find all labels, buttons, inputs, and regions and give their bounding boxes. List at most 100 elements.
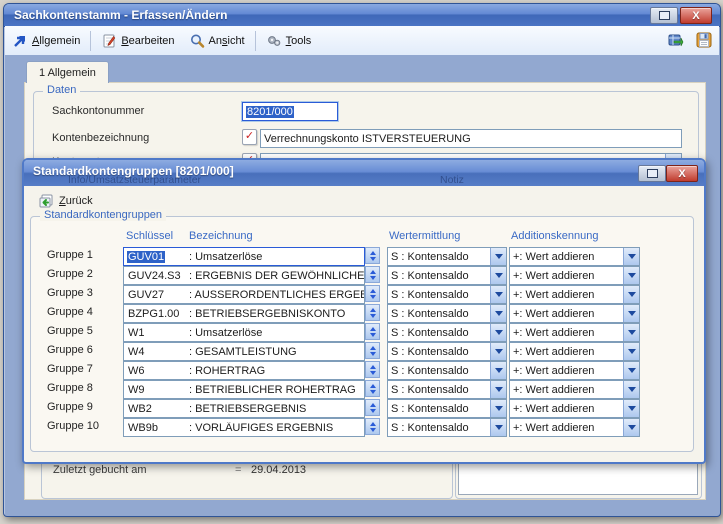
dropdown-button[interactable] bbox=[623, 400, 639, 417]
dropdown-button[interactable] bbox=[490, 343, 506, 360]
kontenbezeichnung-input[interactable]: Verrechnungskonto ISTVERSTEUERUNG bbox=[260, 129, 682, 148]
schluessel-bezeichnung-input[interactable]: WB9b: VORLÄUFIGES ERGEBNIS bbox=[123, 418, 365, 437]
menu-item-tools[interactable]: Tools bbox=[259, 30, 319, 52]
additionskennung-select[interactable]: +: Wert addieren bbox=[509, 361, 640, 380]
additionskennung-select[interactable]: +: Wert addieren bbox=[509, 418, 640, 437]
schluessel-spinner[interactable] bbox=[365, 380, 380, 397]
schluessel-bezeichnung-input[interactable]: GUV01: Umsatzerlöse bbox=[123, 247, 365, 266]
dropdown-button[interactable] bbox=[490, 381, 506, 398]
zurueck-button[interactable]: Zurück bbox=[32, 191, 99, 211]
schluessel-spinner[interactable] bbox=[365, 285, 380, 302]
wertermittlung-select[interactable]: S : Kontensaldo bbox=[387, 380, 507, 399]
main-titlebar[interactable]: Sachkontenstamm - Erfassen/Ändern X bbox=[4, 4, 720, 27]
schluessel-text: W4 bbox=[127, 346, 146, 358]
main-restore-button[interactable] bbox=[650, 7, 678, 24]
additionskennung-select[interactable]: +: Wert addieren bbox=[509, 285, 640, 304]
dropdown-button[interactable] bbox=[623, 362, 639, 379]
schluessel-bezeichnung-input[interactable]: W4 : GESAMTLEISTUNG bbox=[123, 342, 365, 361]
dropdown-button[interactable] bbox=[490, 248, 506, 265]
schluessel-spinner[interactable] bbox=[365, 399, 380, 416]
dropdown-button[interactable] bbox=[490, 362, 506, 379]
menu-item-allgemein[interactable]: Allgemein bbox=[5, 30, 87, 52]
schluessel-spinner[interactable] bbox=[365, 323, 380, 340]
schluessel-spinner[interactable] bbox=[365, 361, 380, 378]
schluessel-bezeichnung-input[interactable]: W6: ROHERTRAG bbox=[123, 361, 365, 380]
schluessel-spinner[interactable] bbox=[365, 418, 380, 435]
schluessel-text: GUV01 bbox=[127, 251, 165, 263]
schluessel-spinner[interactable] bbox=[365, 266, 380, 283]
dialog-titlebar[interactable]: Standardkontengruppen [8201/000] Info/Um… bbox=[24, 160, 704, 187]
export-package-icon[interactable] bbox=[667, 31, 683, 47]
schluessel-bezeichnung-input[interactable]: GUV24.S3: ERGEBNIS DER GEWÖHNLICHEN GES bbox=[123, 266, 365, 285]
schluessel-spinner[interactable] bbox=[365, 247, 380, 264]
schluessel-bezeichnung-input[interactable]: GUV27: AUSSERORDENTLICHES ERGEBNIS bbox=[123, 285, 365, 304]
wertermittlung-select[interactable]: S : Kontensaldo bbox=[387, 323, 507, 342]
bezeichnung-value: : GESAMTLEISTUNG bbox=[189, 346, 297, 358]
schluessel-spinner[interactable] bbox=[365, 342, 380, 359]
dropdown-button[interactable] bbox=[623, 343, 639, 360]
dropdown-button[interactable] bbox=[490, 286, 506, 303]
wertermittlung-select[interactable]: S : Kontensaldo bbox=[387, 304, 507, 323]
menu-item-bearbeiten[interactable]: Bearbeiten bbox=[94, 30, 181, 52]
wertermittlung-select[interactable]: S : Kontensaldo bbox=[387, 418, 507, 437]
additionskennung-select[interactable]: +: Wert addieren bbox=[509, 247, 640, 266]
chevron-down-icon bbox=[495, 349, 503, 358]
menu-item-ansicht[interactable]: Ansicht bbox=[182, 30, 252, 52]
red-check-icon[interactable]: ✓ bbox=[242, 129, 257, 145]
dropdown-button[interactable] bbox=[490, 324, 506, 341]
main-close-button[interactable]: X bbox=[680, 7, 712, 24]
wertermittlung-select[interactable]: S : Kontensaldo bbox=[387, 361, 507, 380]
group-row: Gruppe 1GUV01: UmsatzerlöseS : Kontensal… bbox=[31, 247, 693, 264]
wertermittlung-select-value: S : Kontensaldo bbox=[391, 327, 490, 339]
kontenbezeichnung-label: Kontenbezeichnung bbox=[52, 132, 149, 144]
wertermittlung-select[interactable]: S : Kontensaldo bbox=[387, 247, 507, 266]
chevron-down-icon bbox=[495, 406, 503, 415]
additionskennung-select[interactable]: +: Wert addieren bbox=[509, 399, 640, 418]
additionskennung-select[interactable]: +: Wert addieren bbox=[509, 323, 640, 342]
wertermittlung-select[interactable]: S : Kontensaldo bbox=[387, 285, 507, 304]
sachkontonummer-input[interactable]: 8201/000 bbox=[242, 102, 338, 121]
dropdown-button[interactable] bbox=[623, 324, 639, 341]
group-row-label: Gruppe 6 bbox=[47, 344, 93, 356]
schluessel-text: GUV27 bbox=[127, 289, 165, 301]
chevron-down-icon bbox=[495, 311, 503, 320]
menu-label: Ansicht bbox=[209, 35, 245, 47]
dropdown-button[interactable] bbox=[490, 305, 506, 322]
schluessel-spinner[interactable] bbox=[365, 304, 380, 321]
dropdown-button[interactable] bbox=[490, 400, 506, 417]
group-row-label: Gruppe 10 bbox=[47, 420, 99, 432]
dropdown-button[interactable] bbox=[623, 248, 639, 265]
dropdown-button[interactable] bbox=[623, 305, 639, 322]
schluessel-value: W6 bbox=[124, 365, 189, 377]
schluessel-bezeichnung-input[interactable]: WB2: BETRIEBSERGEBNIS bbox=[123, 399, 365, 418]
group-row-label: Gruppe 9 bbox=[47, 401, 93, 413]
additionskennung-select[interactable]: +: Wert addieren bbox=[509, 266, 640, 285]
tab-allgemein[interactable]: 1 Allgemein bbox=[26, 61, 109, 83]
dropdown-button[interactable] bbox=[623, 381, 639, 398]
dropdown-button[interactable] bbox=[490, 267, 506, 284]
additionskennung-select[interactable]: +: Wert addieren bbox=[509, 342, 640, 361]
group-row: Gruppe 4 BZPG1.00: BETRIEBSERGEBNISKONTO S… bbox=[31, 304, 693, 321]
schluessel-bezeichnung-input[interactable]: BZPG1.00: BETRIEBSERGEBNISKONTO bbox=[123, 304, 365, 323]
dropdown-button[interactable] bbox=[623, 286, 639, 303]
wertermittlung-select[interactable]: S : Kontensaldo bbox=[387, 399, 507, 418]
wertermittlung-select[interactable]: S : Kontensaldo bbox=[387, 342, 507, 361]
dropdown-button[interactable] bbox=[623, 267, 639, 284]
schluessel-bezeichnung-input[interactable]: W1: Umsatzerlöse bbox=[123, 323, 365, 342]
save-floppy-icon[interactable] bbox=[695, 31, 711, 47]
group-row-label: Gruppe 4 bbox=[47, 306, 93, 318]
group-row: Gruppe 7W6: ROHERTRAGS : Kontensaldo+: W… bbox=[31, 361, 693, 378]
dropdown-button[interactable] bbox=[490, 419, 506, 436]
chevron-down-icon bbox=[628, 387, 636, 396]
additionskennung-select[interactable]: +: Wert addieren bbox=[509, 380, 640, 399]
spinner-up-icon bbox=[370, 267, 376, 274]
schluessel-bezeichnung-input[interactable]: W9: BETRIEBLICHER ROHERTRAG bbox=[123, 380, 365, 399]
group-row: Gruppe 6 W4 : GESAMTLEISTUNG S : Kontensald… bbox=[31, 342, 693, 359]
dialog-close-button[interactable]: X bbox=[666, 165, 698, 182]
wertermittlung-select[interactable]: S : Kontensaldo bbox=[387, 266, 507, 285]
dialog-restore-button[interactable] bbox=[638, 165, 666, 182]
dropdown-button[interactable] bbox=[623, 419, 639, 436]
kontenbezeichnung-value: Verrechnungskonto ISTVERSTEUERUNG bbox=[264, 133, 471, 145]
additionskennung-select[interactable]: +: Wert addieren bbox=[509, 304, 640, 323]
edit-page-icon bbox=[101, 33, 117, 49]
